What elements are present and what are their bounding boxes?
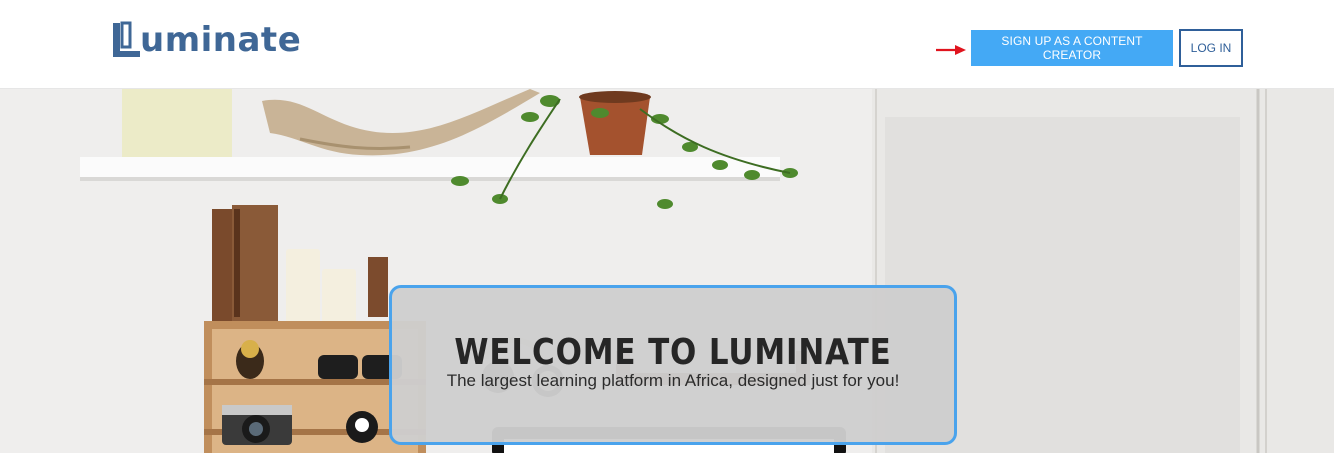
login-button[interactable]: LOG IN (1179, 29, 1243, 67)
welcome-subtitle: The largest learning platform in Africa,… (446, 371, 900, 390)
site-header: uminate SIGN UP AS A CONTENT CREATOR LOG… (0, 0, 1334, 89)
welcome-title: WELCOME TO LUMINATE (454, 332, 892, 373)
hero-banner: WELCOME TO LUMINATE The largest learning… (0, 89, 1334, 453)
luminate-logo[interactable]: uminate (110, 18, 301, 62)
signup-content-creator-button[interactable]: SIGN UP AS A CONTENT CREATOR (971, 30, 1173, 66)
welcome-card: WELCOME TO LUMINATE The largest learning… (389, 285, 957, 445)
luminate-logo-mark-icon (113, 21, 140, 57)
red-arrow-right-icon (936, 45, 966, 55)
logo-text: uminate (140, 20, 302, 60)
